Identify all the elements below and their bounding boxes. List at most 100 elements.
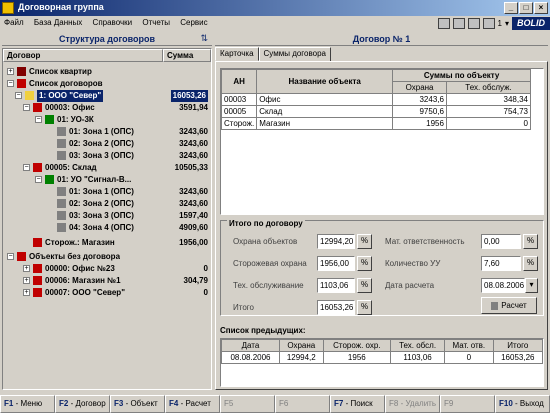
col-total[interactable]: Итого: [492, 339, 544, 352]
menu-file[interactable]: Файл: [0, 16, 28, 29]
calculator-icon[interactable]: %: [523, 234, 538, 249]
tree-item[interactable]: 03: Зона 3 (ОПС) 1597,40: [3, 210, 211, 222]
col-guard[interactable]: Охрана: [392, 81, 447, 94]
minimize-button[interactable]: _: [504, 2, 518, 14]
zone-icon: [57, 223, 66, 232]
tree-item[interactable]: − 01: УО-3К: [3, 114, 211, 126]
expand-icon[interactable]: +: [23, 289, 30, 296]
tech-field[interactable]: 1103,06: [317, 278, 355, 293]
menu-database[interactable]: База Данных: [30, 16, 86, 29]
calculate-button[interactable]: Расчет: [481, 297, 537, 314]
sort-icon[interactable]: ⇅: [200, 33, 208, 44]
maximize-button[interactable]: □: [519, 2, 533, 14]
app-icon: [2, 2, 14, 14]
collapse-icon[interactable]: −: [7, 253, 14, 260]
monitor-icon[interactable]: [482, 18, 495, 29]
tab-card[interactable]: Карточка: [215, 47, 259, 61]
chevron-down-icon[interactable]: ▾: [505, 19, 509, 28]
collapse-icon[interactable]: −: [15, 92, 22, 99]
collapse-icon[interactable]: −: [23, 164, 30, 171]
tree-item[interactable]: 03: Зона 3 (ОПС) 3243,60: [3, 150, 211, 162]
table-row[interactable]: 08.08.2006 12994,2 1956 1103,06 0 16053,…: [221, 351, 544, 364]
col-date[interactable]: Дата: [221, 339, 280, 352]
calculator-icon[interactable]: %: [357, 300, 372, 315]
uu-field[interactable]: 7,60: [481, 256, 521, 271]
device-icon: [45, 115, 54, 124]
tree-item[interactable]: Сторож.: Магазин 1956,00: [3, 237, 211, 249]
calculator-icon[interactable]: %: [357, 278, 372, 293]
fkey-f9: F9: [440, 395, 495, 413]
calculator-icon[interactable]: %: [357, 234, 372, 249]
zone-icon: [57, 139, 66, 148]
collapse-icon[interactable]: −: [23, 104, 30, 111]
computer-icon[interactable]: [437, 18, 450, 29]
tree-item-selected[interactable]: − 1: ООО "Север" 16053,26: [3, 90, 211, 102]
contract-icon: [25, 91, 34, 100]
date-field[interactable]: 08.08.2006: [481, 278, 525, 293]
contract-panel: Договор № 1 Карточка Суммы договора АН Н…: [215, 32, 548, 390]
tree-item[interactable]: 04: Зона 4 (ОПС) 4909,60: [3, 222, 211, 234]
col-contract[interactable]: Договор: [3, 49, 163, 62]
database-icon[interactable]: [467, 18, 480, 29]
table-row[interactable]: 00005 Склад 9750,6 754,73: [220, 105, 532, 118]
fkey-f10[interactable]: F10 - Выход: [495, 395, 550, 413]
objects-table: АН Название объекта Суммы по объекту Охр…: [220, 68, 544, 215]
selector-value[interactable]: 1: [498, 19, 502, 28]
cell-name: Офис: [256, 93, 394, 106]
tree-item[interactable]: + 00000: Офис №23 0: [3, 263, 211, 275]
col-guard[interactable]: Охрана: [278, 339, 324, 352]
fkey-f4[interactable]: F4 - Расчет: [165, 395, 220, 413]
col-tech[interactable]: Тех. обслуж.: [445, 81, 532, 94]
collapse-icon[interactable]: −: [35, 176, 42, 183]
fkey-f7[interactable]: F7 - Поиск: [330, 395, 385, 413]
fkey-f3[interactable]: F3 - Объект: [110, 395, 165, 413]
zone-icon: [57, 187, 66, 196]
calculator-icon[interactable]: %: [523, 256, 538, 271]
col-sum[interactable]: Сумма: [163, 49, 211, 62]
cell-name: Склад: [256, 105, 394, 118]
resp-field[interactable]: 0,00: [481, 234, 521, 249]
col-watch[interactable]: Сторож. охр.: [322, 339, 392, 352]
col-object-name[interactable]: Название объекта: [256, 69, 394, 94]
tree-item[interactable]: 01: Зона 1 (ОПС) 3243,60: [3, 126, 211, 138]
tree-item[interactable]: + 00006: Магазин №1 304,79: [3, 275, 211, 287]
expand-icon[interactable]: +: [23, 277, 30, 284]
calculator-icon[interactable]: %: [357, 256, 372, 271]
expand-icon[interactable]: +: [23, 265, 30, 272]
watch-field[interactable]: 1956,00: [317, 256, 355, 271]
chevron-down-icon[interactable]: ▾: [525, 278, 538, 293]
guard-field[interactable]: 12994,20: [317, 234, 355, 249]
tab-sums[interactable]: Суммы договора: [258, 47, 332, 62]
tree-item[interactable]: 01: Зона 1 (ОПС) 3243,60: [3, 186, 211, 198]
expand-icon[interactable]: +: [7, 68, 14, 75]
menu-references[interactable]: Справочки: [89, 16, 137, 29]
tree-item[interactable]: − Список договоров: [3, 78, 211, 90]
collapse-icon[interactable]: −: [7, 80, 14, 87]
network-icon[interactable]: [452, 18, 465, 29]
close-button[interactable]: ×: [534, 2, 548, 14]
table-row[interactable]: Сторож. Магазин 1956 0: [220, 117, 532, 130]
zone-icon: [57, 199, 66, 208]
tree-item[interactable]: − 00005: Склад 10505,33: [3, 162, 211, 174]
col-resp[interactable]: Мат. отв.: [444, 339, 494, 352]
table-row[interactable]: 00003 Офис 3243,6 348,34: [220, 93, 532, 106]
fkey-f1[interactable]: F1 - Меню: [0, 395, 55, 413]
collapse-icon[interactable]: −: [35, 116, 42, 123]
tree-item[interactable]: + Список квартир: [3, 66, 211, 78]
tree-item[interactable]: − 01: УО "Сигнал-В...: [3, 174, 211, 186]
folder-icon: [17, 252, 26, 261]
tree-item[interactable]: 02: Зона 2 (ОПС) 3243,60: [3, 138, 211, 150]
menu-service[interactable]: Сервис: [176, 16, 211, 29]
fkey-f8: F8 - Удалить: [385, 395, 440, 413]
total-field[interactable]: 16053,26: [317, 300, 355, 315]
tree-item[interactable]: − 00003: Офис 3591,94: [3, 102, 211, 114]
tree-item[interactable]: + 00007: ООО "Север" 0: [3, 287, 211, 299]
col-an[interactable]: АН: [220, 69, 258, 94]
col-tech[interactable]: Тех. обсл.: [390, 339, 446, 352]
previous-title: Список предыдущих:: [220, 326, 306, 335]
tree-item[interactable]: − Объекты без договора: [3, 251, 211, 263]
menu-reports[interactable]: Отчеты: [138, 16, 174, 29]
fkey-f6: F6: [275, 395, 330, 413]
fkey-f2[interactable]: F2 - Договор: [55, 395, 110, 413]
tree-item[interactable]: 02: Зона 2 (ОПС) 3243,60: [3, 198, 211, 210]
